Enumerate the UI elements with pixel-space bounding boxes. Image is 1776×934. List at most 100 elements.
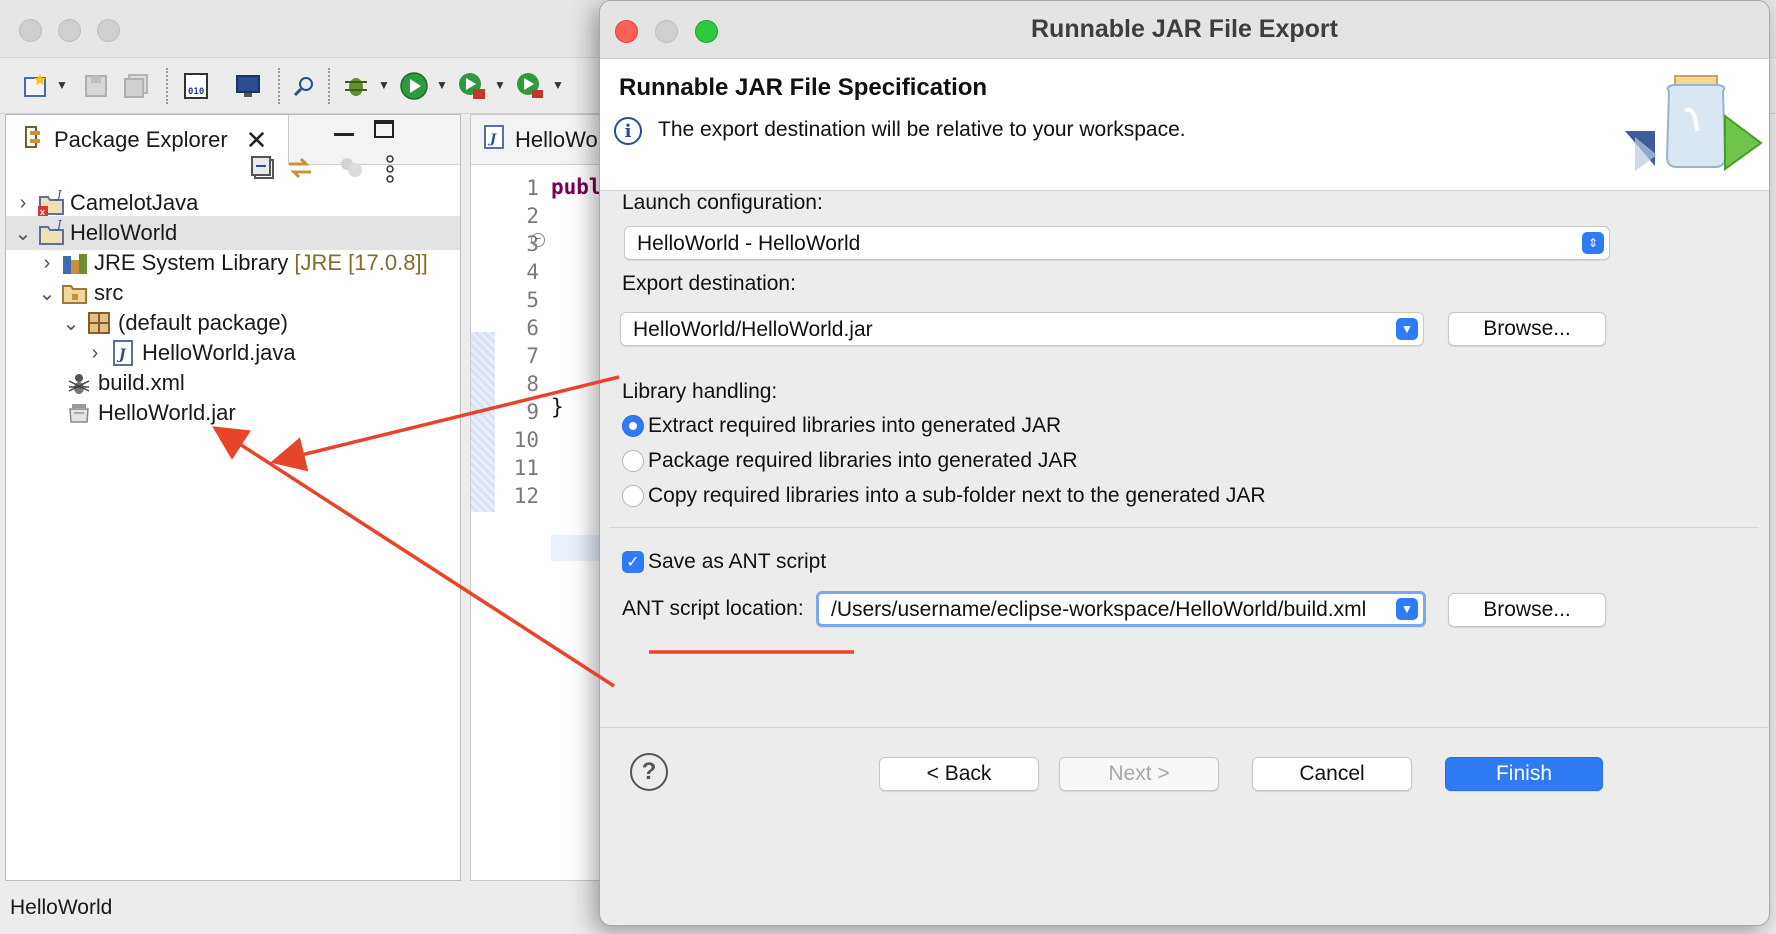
library-handling-label: Library handling: — [622, 380, 778, 403]
search-icon[interactable] — [288, 70, 320, 102]
new-icon[interactable] — [20, 70, 52, 102]
fold-collapse-icon[interactable]: − — [531, 233, 545, 247]
wizard-header: Runnable JAR File Specification i The ex… — [600, 59, 1769, 191]
coverage-icon[interactable] — [456, 70, 488, 102]
line-number: 4 — [526, 260, 539, 284]
radio-package-libraries-label[interactable]: Package required libraries into generate… — [648, 449, 1078, 473]
line-number: 9 — [526, 400, 539, 424]
chevron-down-icon[interactable]: ⌄ — [12, 221, 34, 246]
java-editor[interactable]: J HelloWo 1 2 3 4 5 6 7 8 9 10 11 12 − publ } — [470, 114, 611, 881]
line-number: 10 — [513, 428, 539, 452]
svg-text:J: J — [55, 189, 62, 201]
tab-package-explorer[interactable]: Package Explorer ✕ — [6, 115, 289, 165]
finish-button[interactable]: Finish — [1445, 757, 1603, 791]
tree-item-label: HelloWorld — [70, 220, 178, 245]
tree-item-label: HelloWorld.java — [142, 340, 296, 365]
external-tools-icon[interactable] — [514, 70, 546, 102]
browse-ant-button[interactable]: Browse... — [1448, 593, 1606, 627]
collapse-all-icon[interactable] — [250, 155, 276, 186]
tree-item-helloworld-java[interactable]: › J HelloWorld.java — [6, 336, 460, 370]
tree-item-helloworld[interactable]: ⌄ J HelloWorld — [6, 216, 460, 250]
chevron-down-icon[interactable]: ▼ — [378, 78, 390, 92]
tree-item-label: HelloWorld.jar — [98, 400, 236, 425]
ant-icon — [62, 368, 96, 398]
minimize-window-button[interactable] — [58, 19, 81, 42]
launch-configuration-select[interactable]: HelloWorld - HelloWorld ⇕ — [624, 226, 1610, 260]
source-folder-icon — [58, 278, 92, 308]
line-number: 2 — [526, 204, 539, 228]
ant-script-location-combo[interactable]: /Users/username/eclipse-workspace/HelloW… — [816, 591, 1426, 627]
section-divider — [610, 527, 1758, 528]
chevron-down-icon[interactable]: ⌄ — [60, 311, 82, 336]
save-icon[interactable] — [80, 70, 112, 102]
tab-helloworld-java[interactable]: J HelloWo — [471, 115, 609, 165]
info-icon: i — [614, 117, 642, 145]
jar-wizard-icon — [1625, 71, 1765, 191]
tab-label: Package Explorer — [54, 127, 228, 152]
chevron-right-icon[interactable]: › — [84, 342, 106, 365]
chevron-down-icon[interactable]: ⌄ — [36, 281, 58, 306]
tree-item-label: build.xml — [98, 370, 185, 395]
ant-script-location-label: ANT script location: — [622, 597, 804, 620]
tree-item-build-xml[interactable]: build.xml — [6, 366, 460, 400]
svg-text:J: J — [55, 219, 62, 231]
toolbar-separator — [278, 68, 280, 104]
next-button: Next > — [1059, 757, 1219, 791]
chevron-right-icon[interactable]: › — [12, 192, 34, 215]
close-window-button[interactable] — [19, 19, 42, 42]
chevron-down-icon[interactable]: ▼ — [494, 78, 506, 92]
maximize-icon[interactable] — [374, 120, 394, 138]
browse-export-button[interactable]: Browse... — [1448, 312, 1606, 346]
export-destination-label: Export destination: — [622, 272, 796, 295]
tree-item-src[interactable]: ⌄ src — [6, 276, 460, 310]
line-number: 12 — [513, 484, 539, 508]
minimize-icon[interactable] — [334, 133, 354, 136]
code-line-11: } — [551, 395, 564, 419]
chevron-down-icon[interactable]: ▼ — [1396, 598, 1418, 620]
chevron-down-icon[interactable]: ▼ — [552, 78, 564, 92]
chevron-down-icon[interactable]: ▼ — [436, 78, 448, 92]
save-all-icon[interactable] — [120, 70, 152, 102]
radio-extract-libraries[interactable] — [622, 415, 644, 437]
cancel-button[interactable]: Cancel — [1252, 757, 1412, 791]
tree-item-label: src — [94, 280, 124, 305]
tree-item-helloworld-jar[interactable]: HelloWorld.jar — [6, 396, 460, 430]
tree-item-camelotjava[interactable]: › Jx CamelotJava — [6, 186, 460, 220]
filter-icon[interactable] — [338, 155, 364, 186]
chevron-right-icon[interactable]: › — [36, 252, 58, 275]
view-menu-icon[interactable] — [384, 155, 396, 190]
binary-icon[interactable]: 010 — [180, 70, 212, 102]
tree-item-label: JRE System Library — [94, 250, 289, 275]
launch-configuration-label: Launch configuration: — [622, 191, 823, 214]
wizard-page-title: Runnable JAR File Specification — [619, 74, 988, 101]
toolbar-separator — [328, 68, 330, 104]
help-icon[interactable]: ? — [630, 753, 668, 791]
status-bar: HelloWorld — [0, 882, 610, 934]
chevron-down-icon[interactable]: ▼ — [1396, 318, 1418, 340]
export-destination-combo[interactable]: HelloWorld/HelloWorld.jar ▼ — [620, 312, 1424, 346]
chevron-updown-icon[interactable]: ⇕ — [1582, 232, 1604, 254]
radio-copy-libraries-label[interactable]: Copy required libraries into a sub-folde… — [648, 484, 1266, 508]
save-ant-script-label[interactable]: Save as ANT script — [648, 550, 826, 574]
jar-icon — [62, 398, 96, 428]
console-icon[interactable] — [232, 70, 264, 102]
ant-script-location-value: /Users/username/eclipse-workspace/HelloW… — [831, 598, 1367, 621]
svg-text:010: 010 — [188, 87, 204, 97]
wizard-message: The export destination will be relative … — [658, 118, 1186, 141]
back-button[interactable]: < Back — [879, 757, 1039, 791]
zoom-window-button[interactable] — [97, 19, 120, 42]
save-ant-script-checkbox[interactable]: ✓ — [622, 551, 644, 573]
radio-copy-libraries[interactable] — [622, 485, 644, 507]
tree-item-default-package[interactable]: ⌄ (default package) — [6, 306, 460, 340]
tree-item-jre-system-library[interactable]: › JRE System Library [JRE [17.0.8]] — [6, 246, 460, 280]
runnable-jar-export-dialog: Runnable JAR File Export Runnable JAR Fi… — [599, 0, 1770, 926]
radio-package-libraries[interactable] — [622, 450, 644, 472]
line-marker-bar — [471, 332, 495, 512]
line-number: 7 — [526, 344, 539, 368]
debug-icon[interactable] — [340, 70, 372, 102]
link-editor-icon[interactable] — [286, 155, 314, 186]
radio-extract-libraries-label[interactable]: Extract required libraries into generate… — [648, 414, 1061, 438]
close-icon[interactable]: ✕ — [246, 125, 268, 156]
chevron-down-icon[interactable]: ▼ — [56, 78, 68, 92]
run-icon[interactable] — [398, 70, 430, 102]
